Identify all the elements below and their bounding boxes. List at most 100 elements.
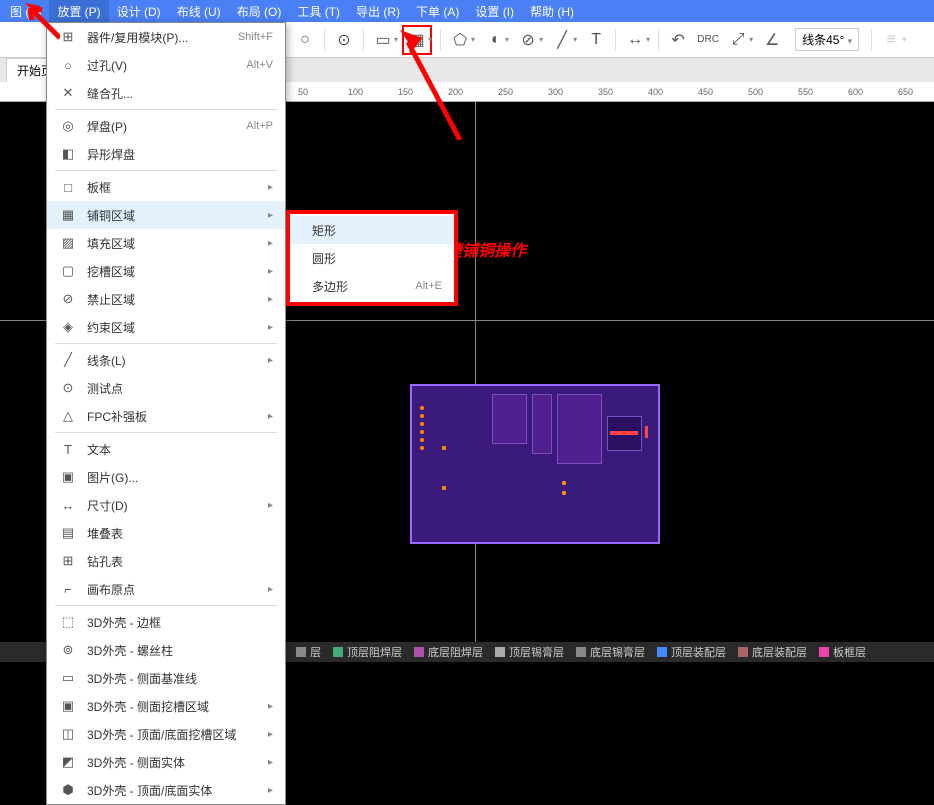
tool-drc-icon[interactable]: DRC	[693, 25, 723, 55]
menu-testpoint[interactable]: ⊙测试点	[47, 374, 285, 402]
layer-tab[interactable]: 底层装配层	[732, 644, 813, 660]
tool-text-icon[interactable]: T	[581, 25, 611, 55]
menu-custom-pad[interactable]: ◧异形焊盘	[47, 140, 285, 168]
menu-view[interactable]: 图 (V)	[2, 0, 49, 22]
line-mode-select[interactable]: 线条45° ▾	[795, 28, 859, 51]
menu-line[interactable]: ╱线条(L)▸	[47, 346, 285, 374]
place-dropdown: ⊞器件/复用模块(P)...Shift+F ○过孔(V)Alt+V ✕缝合孔..…	[46, 22, 286, 805]
menu-export[interactable]: 导出 (R)	[348, 0, 408, 22]
menu-via[interactable]: ○过孔(V)Alt+V	[47, 51, 285, 79]
pad-icon: ◎	[59, 118, 77, 134]
menu-copper-pour[interactable]: ▦铺铜区域▸	[47, 201, 285, 229]
menu-board-outline[interactable]: □板框▸	[47, 173, 285, 201]
dropdown-icon[interactable]: ▾	[471, 35, 475, 44]
slot-icon: ▢	[59, 263, 77, 279]
arrow-icon: ▸	[268, 322, 273, 333]
menu-keepout[interactable]: ⊘禁止区域▸	[47, 285, 285, 313]
menu-3d-outline[interactable]: ⬚3D外壳 - 边框	[47, 608, 285, 636]
menu-3d-side-solid[interactable]: ◩3D外壳 - 侧面实体▸	[47, 748, 285, 776]
submenu-polygon[interactable]: 多边形Alt+E	[290, 272, 454, 300]
pcb-board[interactable]	[410, 384, 660, 544]
stitching-icon: ✕	[59, 85, 77, 101]
menu-layout[interactable]: 布局 (O)	[229, 0, 290, 22]
3d-icon: ⬚	[59, 614, 77, 630]
arrow-icon: ▸	[268, 294, 273, 305]
copper-icon: ▦	[59, 207, 77, 223]
copper-submenu: 矩形 圆形 多边形Alt+E	[286, 210, 458, 306]
menu-drill[interactable]: ⊞钻孔表	[47, 547, 285, 575]
menu-order[interactable]: 下单 (A)	[408, 0, 467, 22]
tool-undo-icon[interactable]: ↶	[663, 25, 693, 55]
menu-3d-side-ref[interactable]: ▭3D外壳 - 侧面基准线	[47, 664, 285, 692]
fill-icon: ▨	[59, 235, 77, 251]
menu-settings[interactable]: 设置 (I)	[467, 0, 522, 22]
layer-tab[interactable]: 顶层装配层	[651, 644, 732, 660]
menu-dimension[interactable]: ↔尺寸(D)▸	[47, 491, 285, 519]
submenu-rect[interactable]: 矩形	[290, 216, 454, 244]
arrow-icon: ▸	[268, 411, 273, 422]
arrow-icon: ▸	[268, 210, 273, 221]
dropdown-icon[interactable]: ▾	[505, 35, 509, 44]
drill-icon: ⊞	[59, 553, 77, 569]
text-icon: T	[59, 442, 77, 457]
layer-tab[interactable]: 层	[290, 644, 327, 660]
layer-tab[interactable]: 顶层锡膏层	[489, 644, 570, 660]
layer-tab[interactable]: 板框层	[813, 644, 872, 660]
tool-circle-icon[interactable]: ○	[290, 25, 320, 55]
layer-tab[interactable]: 底层阻焊层	[408, 644, 489, 660]
dropdown-icon[interactable]: ▾	[646, 35, 650, 44]
tool-mark-icon[interactable]: ⊙	[329, 25, 359, 55]
menu-component[interactable]: ⊞器件/复用模块(P)...Shift+F	[47, 23, 285, 51]
menu-3d-top-solid[interactable]: ⬢3D外壳 - 顶面/底面实体▸	[47, 776, 285, 804]
menu-stackup[interactable]: ▤堆叠表	[47, 519, 285, 547]
arrow-icon: ▸	[268, 355, 273, 366]
layer-tab[interactable]: 顶层阻焊层	[327, 644, 408, 660]
arrow-icon: ▸	[268, 701, 273, 712]
arrow-icon: ▸	[268, 729, 273, 740]
menu-route[interactable]: 布线 (U)	[169, 0, 229, 22]
3d-icon: ⬢	[59, 782, 77, 798]
menu-3d-top-slot[interactable]: ◫3D外壳 - 顶面/底面挖槽区域▸	[47, 720, 285, 748]
dropdown-icon[interactable]: ▾	[902, 35, 906, 44]
menu-image[interactable]: ▣图片(G)...	[47, 463, 285, 491]
submenu-circle[interactable]: 圆形	[290, 244, 454, 272]
testpoint-icon: ⊙	[59, 380, 77, 396]
arrow-icon: ▸	[268, 757, 273, 768]
menu-slot[interactable]: ▢挖槽区域▸	[47, 257, 285, 285]
menu-3d-screw[interactable]: ⊚3D外壳 - 螺丝柱	[47, 636, 285, 664]
menu-3d-side-slot[interactable]: ▣3D外壳 - 侧面挖槽区域▸	[47, 692, 285, 720]
menubar: 图 (V) 放置 (P) 设计 (D) 布线 (U) 布局 (O) 工具 (T)…	[0, 0, 934, 22]
3d-icon: ⊚	[59, 642, 77, 658]
fpc-icon: △	[59, 408, 77, 424]
menu-design[interactable]: 设计 (D)	[109, 0, 169, 22]
menu-tools[interactable]: 工具 (T)	[289, 0, 348, 22]
3d-icon: ▣	[59, 698, 77, 714]
menu-place[interactable]: 放置 (P)	[49, 0, 108, 22]
dropdown-icon[interactable]: ▾	[428, 35, 432, 44]
arrow-icon: ▸	[268, 266, 273, 277]
layer-tab[interactable]: 底层锡膏层	[570, 644, 651, 660]
dropdown-icon[interactable]: ▾	[573, 35, 577, 44]
3d-icon: ◩	[59, 754, 77, 770]
dropdown-icon[interactable]: ▾	[539, 35, 543, 44]
menu-constraint[interactable]: ◈约束区域▸	[47, 313, 285, 341]
menu-stitching[interactable]: ✕缝合孔...	[47, 79, 285, 107]
dropdown-icon[interactable]: ▾	[394, 35, 398, 44]
dropdown-icon[interactable]: ▾	[749, 35, 753, 44]
menu-fill[interactable]: ▨填充区域▸	[47, 229, 285, 257]
menu-origin[interactable]: ⌐画布原点▸	[47, 575, 285, 603]
via-icon: ○	[59, 58, 77, 73]
origin-icon: ⌐	[59, 582, 77, 597]
arrow-icon: ▸	[268, 238, 273, 249]
arrow-icon: ▸	[268, 584, 273, 595]
menu-pad[interactable]: ◎焊盘(P)Alt+P	[47, 112, 285, 140]
crosshair-v	[475, 102, 476, 642]
line-icon: ╱	[59, 352, 77, 368]
menu-text[interactable]: T文本	[47, 435, 285, 463]
custom-pad-icon: ◧	[59, 146, 77, 162]
menu-help[interactable]: 帮助 (H)	[522, 0, 582, 22]
tool-angle-icon[interactable]: ∠	[757, 25, 787, 55]
component-icon: ⊞	[59, 29, 77, 45]
menu-fpc[interactable]: △FPC补强板▸	[47, 402, 285, 430]
dim-icon: ↔	[59, 498, 77, 513]
